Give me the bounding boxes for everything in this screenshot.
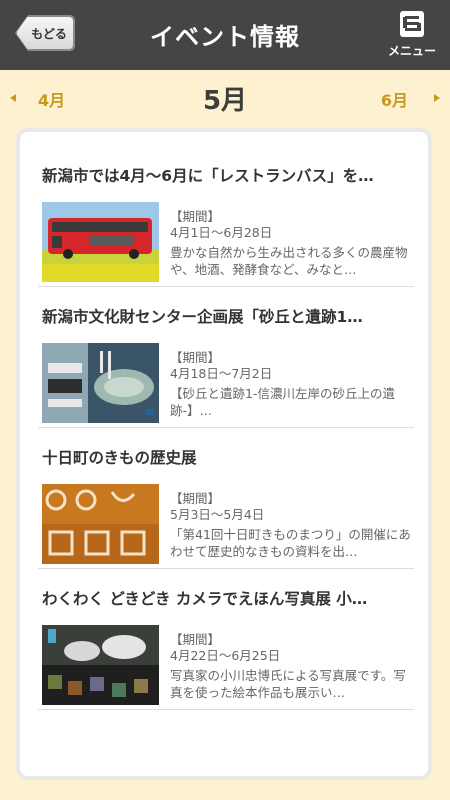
event-description: 「第41回十日町きものまつり」の開催にあわせて歴史的なきもの資料を出…	[170, 527, 411, 559]
event-list: 新潟市では4月〜6月に「レストランバス」を… 【期間】 4月1日〜6月28日 豊…	[38, 146, 414, 710]
month-navigation: 4月 5月 6月	[0, 70, 450, 126]
menu-label: メニュー	[387, 44, 436, 58]
event-thumbnail-restaurant-bus	[42, 202, 159, 282]
menu-button[interactable]: メニュー	[382, 8, 442, 62]
event-item[interactable]: わくわく どきどき カメラでえほん写真展 小… 【期間】 4月22日〜6月25日	[38, 569, 414, 710]
event-description: 写真家の小川忠博氏による写真展です。写真を使った絵本作品も展示い…	[170, 668, 406, 700]
event-title: 新潟市文化財センター企画展「砂丘と遺跡1…	[42, 308, 363, 326]
event-title: わくわく どきどき カメラでえほん写真展 小…	[42, 590, 368, 608]
event-period: 4月22日〜6月25日	[170, 648, 281, 663]
next-month-arrow-icon[interactable]	[434, 94, 440, 102]
event-period: 5月3日〜5月4日	[170, 507, 265, 522]
next-month-link[interactable]: 6月	[381, 87, 408, 111]
event-thumbnail-photo-exhibit	[42, 625, 159, 705]
event-period: 4月18日〜7月2日	[170, 366, 273, 381]
event-period: 4月1日〜6月28日	[170, 225, 273, 240]
event-description: 【砂丘と遺跡1-信濃川左岸の砂丘上の遺跡-】…	[170, 386, 395, 418]
event-thumbnail-dune-exhibit	[42, 343, 159, 423]
event-description: 豊かな自然から生み出される多くの農産物や、地酒、発酵食など、みなと…	[170, 245, 408, 277]
event-title: 新潟市では4月〜6月に「レストランバス」を…	[42, 167, 374, 185]
menu-icon	[398, 10, 426, 38]
event-list-panel: 新潟市では4月〜6月に「レストランバス」を… 【期間】 4月1日〜6月28日 豊…	[16, 128, 432, 780]
event-item[interactable]: 新潟市文化財センター企画展「砂丘と遺跡1… 【期間】 4月18日〜7月2日 【砂	[38, 287, 414, 428]
header-bar: もどる イベント情報 メニュー	[0, 0, 450, 70]
event-item[interactable]: 十日町のきもの歴史展 【期間】 5月3日〜5月4日 「第41回十日町きものまつり…	[38, 428, 414, 569]
event-title: 十日町のきもの歴史展	[42, 449, 197, 467]
event-thumbnail-kimono-exhibit	[42, 484, 159, 564]
event-item[interactable]: 新潟市では4月〜6月に「レストランバス」を… 【期間】 4月1日〜6月28日 豊…	[38, 146, 414, 287]
